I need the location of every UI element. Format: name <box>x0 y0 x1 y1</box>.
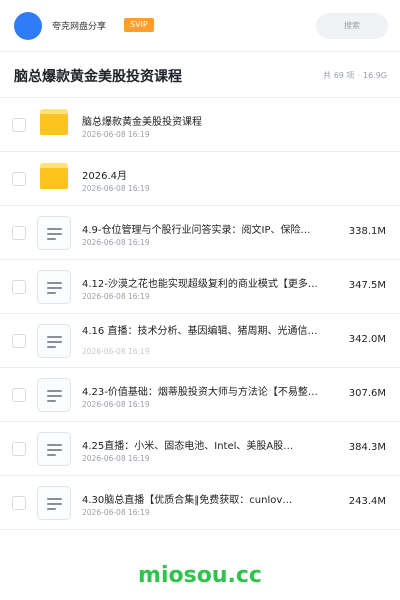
item-date: 2026-06-08 16:19 <box>82 454 150 463</box>
item-date: 2026-06-08 16:19 <box>82 184 150 193</box>
list-item[interactable]: 4.30脑总直播【优质合集‖免费获取：cunlov… 2026-06-08 16… <box>0 476 400 530</box>
list-item[interactable]: 4.12-沙漠之花也能实现超级复利的商业模式【更多… 2026-06-08 16… <box>0 260 400 314</box>
list-item[interactable]: 4.23-价值基础：烟蒂股投资大师与方法论【不易整… 2026-06-08 16… <box>0 368 400 422</box>
item-size: 347.5M <box>348 280 386 291</box>
item-name[interactable]: 4.9-仓位管理与个股行业问答实录：阅文IP、保险… <box>82 221 340 236</box>
file-list: 脑总爆款黄金美股投资课程 2026-06-08 16:19 2026.4月 20… <box>0 98 400 530</box>
list-item[interactable]: 4.9-仓位管理与个股行业问答实录：阅文IP、保险… 2026-06-08 16… <box>0 206 400 260</box>
folder-header: 脑总爆款黄金美股投资课程 共 69 项 · 16.9G <box>0 52 400 98</box>
item-checkbox[interactable] <box>12 118 26 132</box>
list-item[interactable]: 4.25直播：小米、固态电池、Intel、美股A股… 2026-06-08 16… <box>0 422 400 476</box>
svip-badge: SVIP <box>124 18 154 32</box>
item-date: 2026-06-08 16:19 <box>82 347 150 356</box>
folder-icon <box>40 109 68 135</box>
item-name[interactable]: 4.23-价值基础：烟蒂股投资大师与方法论【不易整… <box>82 383 340 398</box>
list-item[interactable]: 4.16 直播：技术分析、基因编辑、猪周期、光通信… 2026-06-08 16… <box>0 314 400 368</box>
document-icon <box>37 486 71 520</box>
item-name[interactable]: 4.25直播：小米、固态电池、Intel、美股A股… <box>82 437 340 452</box>
document-icon <box>37 216 71 250</box>
total-size: 16.9G <box>362 71 387 80</box>
document-icon <box>37 324 71 358</box>
user-name[interactable]: 夸克网盘分享 <box>52 19 106 32</box>
item-name[interactable]: 4.30脑总直播【优质合集‖免费获取：cunlov… <box>82 491 340 506</box>
folder-icon <box>40 163 68 189</box>
item-checkbox[interactable] <box>12 280 26 294</box>
document-icon <box>37 270 71 304</box>
document-icon <box>37 378 71 412</box>
top-bar: 夸克网盘分享 SVIP 搜索 <box>0 0 400 52</box>
item-date: 2026-06-08 16:19 <box>82 130 150 139</box>
document-icon <box>37 432 71 466</box>
item-name[interactable]: 脑总爆款黄金美股投资课程 <box>82 113 340 128</box>
item-date: 2026-06-08 16:19 <box>82 238 150 247</box>
item-checkbox[interactable] <box>12 388 26 402</box>
list-item[interactable]: 2026.4月 2026-06-08 16:19 <box>0 152 400 206</box>
search-input[interactable]: 搜索 <box>316 13 388 39</box>
watermark: miosou.cc <box>138 563 262 588</box>
item-date: 2026-06-08 16:19 <box>82 400 150 409</box>
item-count: 共 69 项 <box>323 71 355 80</box>
item-date: 2026-06-08 16:19 <box>82 508 150 517</box>
item-size: 338.1M <box>348 226 386 237</box>
meta-separator: · <box>357 71 360 80</box>
item-checkbox[interactable] <box>12 172 26 186</box>
item-size: 307.6M <box>348 388 386 399</box>
list-item[interactable]: 脑总爆款黄金美股投资课程 2026-06-08 16:19 <box>0 98 400 152</box>
page-title: 脑总爆款黄金美股投资课程 <box>14 69 182 85</box>
item-name[interactable]: 4.12-沙漠之花也能实现超级复利的商业模式【更多… <box>82 275 340 290</box>
item-checkbox[interactable] <box>12 334 26 348</box>
item-checkbox[interactable] <box>12 226 26 240</box>
item-date: 2026-06-08 16:19 <box>82 292 150 301</box>
avatar[interactable] <box>14 12 42 40</box>
item-name[interactable]: 2026.4月 <box>82 167 340 182</box>
folder-meta: 共 69 项 · 16.9G <box>320 70 387 81</box>
item-checkbox[interactable] <box>12 442 26 456</box>
item-checkbox[interactable] <box>12 496 26 510</box>
item-size: 243.4M <box>348 496 386 507</box>
item-size: 342.0M <box>348 334 386 345</box>
item-size: 384.3M <box>348 442 386 453</box>
